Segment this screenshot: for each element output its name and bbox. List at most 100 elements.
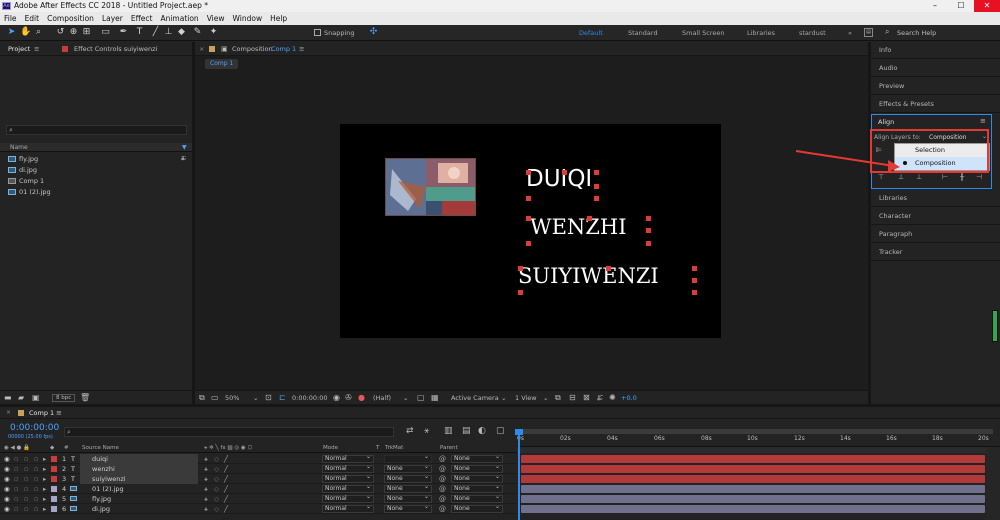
blend-mode-dropdown[interactable]: Normal — [322, 464, 374, 473]
transform-handle[interactable] — [526, 196, 531, 201]
expand-chevron-icon[interactable]: ▸ — [43, 474, 46, 484]
sort-chevron-icon[interactable]: ▼ — [182, 143, 187, 152]
layer-duration-bar[interactable] — [521, 495, 985, 503]
solo-toggle-icon[interactable]: ▫ — [24, 454, 28, 464]
transform-handle[interactable] — [646, 216, 651, 221]
distribute-left-icon[interactable]: ⊢ — [942, 173, 948, 181]
motion-blur-icon[interactable]: ◐ — [478, 426, 486, 436]
region-of-interest-icon[interactable]: ⊏ — [279, 391, 286, 405]
collapse-switch-icon[interactable]: ⚹ — [204, 474, 208, 484]
expand-chevron-icon[interactable]: ▸ — [43, 464, 46, 474]
layer-row[interactable]: ◉ ▫ ▫ ▫ ▸ 2Twenzhi ⚹ ◇ ╱ Normal None @ None — [0, 464, 517, 474]
minimize-button[interactable]: – — [922, 0, 948, 12]
expand-chevron-icon[interactable]: ▸ — [43, 494, 46, 504]
panel-paragraph[interactable]: Paragraph — [879, 230, 912, 238]
views-dropdown[interactable]: 1 View — [515, 391, 537, 405]
roto-brush-tool-icon[interactable]: ✎ — [192, 27, 203, 38]
menu-view[interactable]: View — [207, 12, 225, 25]
layer-row[interactable]: ◉ ▫ ▫ ▫ ▸ 5 fly.jpg ⚹ ◇ ╱ Normal None @ None — [0, 494, 517, 504]
exposure-reset-icon[interactable]: ✺ — [609, 391, 616, 405]
tab-composition-name[interactable]: Comp 1 — [271, 42, 296, 56]
solo-toggle-icon[interactable]: ▫ — [24, 484, 28, 494]
label-color[interactable] — [51, 466, 57, 472]
playhead-handle[interactable] — [515, 429, 523, 435]
canvas-text-duiqi[interactable]: DUIQI — [526, 166, 592, 192]
quality-slash-icon[interactable]: ╱ — [224, 494, 228, 504]
trkmat-dropdown[interactable]: None — [384, 464, 432, 473]
expand-chevron-icon[interactable]: ▸ — [43, 504, 46, 514]
menu-layer[interactable]: Layer — [102, 12, 123, 25]
tab-timeline-comp[interactable]: Comp 1 — [29, 407, 54, 419]
project-item[interactable]: 01 (2).jpg — [8, 187, 51, 197]
timeline-link-icon[interactable]: ⊠ — [583, 391, 590, 405]
magnification-dropdown[interactable]: 50% — [225, 391, 239, 405]
trash-icon[interactable]: 🗑 — [80, 393, 90, 402]
chevron-down-icon[interactable]: ⌄ — [403, 391, 408, 405]
parent-dropdown[interactable]: None — [451, 484, 503, 493]
search-help-input[interactable]: Search Help — [897, 25, 936, 41]
close-button[interactable]: ✕ — [974, 0, 1000, 12]
menu-help[interactable]: Help — [270, 12, 287, 25]
project-item[interactable]: di.jpg — [8, 165, 37, 175]
audio-toggle-icon[interactable]: ▫ — [14, 494, 18, 504]
flowchart-icon[interactable]: ፚ — [597, 391, 603, 405]
sync-settings-icon[interactable]: ▤ — [864, 28, 873, 37]
eye-icon[interactable]: ◉ — [4, 464, 10, 474]
quality-switch-icon[interactable]: ◇ — [214, 484, 219, 494]
layer-duration-bar[interactable] — [521, 455, 985, 463]
pick-whip-icon[interactable]: @ — [439, 484, 446, 494]
parent-dropdown[interactable]: None — [451, 494, 503, 503]
layer-name[interactable]: suiyiwenzi — [80, 474, 198, 484]
fast-previews-icon[interactable]: ▢ — [417, 391, 425, 405]
label-color[interactable] — [51, 486, 57, 492]
column-source-name[interactable]: Source Name — [82, 444, 119, 453]
trkmat-dropdown[interactable]: None — [384, 474, 432, 483]
quality-slash-icon[interactable]: ╱ — [224, 484, 228, 494]
transform-handle[interactable] — [606, 266, 611, 271]
quality-switch-icon[interactable]: ◇ — [214, 474, 219, 484]
lock-toggle-icon[interactable]: ▫ — [34, 494, 38, 504]
rotate-tool-icon[interactable]: ↺ — [55, 27, 66, 38]
parent-dropdown[interactable]: None — [451, 454, 503, 463]
display-icon[interactable]: ▭ — [211, 391, 219, 405]
lock-icon[interactable] — [209, 46, 215, 52]
layer-name[interactable]: 01 (2).jpg — [80, 484, 198, 494]
current-time-field[interactable]: 0:00:00:00 — [292, 391, 328, 405]
maximize-button[interactable]: ☐ — [948, 0, 974, 12]
composition-canvas[interactable]: DUIQI WENZHI SUIYIWENZI — [340, 124, 721, 338]
lock-toggle-icon[interactable]: ▫ — [34, 504, 38, 514]
layer-row[interactable]: ◉ ▫ ▫ ▫ ▸ 6 di.jpg ⚹ ◇ ╱ Normal None @ None — [0, 504, 517, 514]
audio-toggle-icon[interactable]: ▫ — [14, 454, 18, 464]
chevron-down-icon[interactable]: ⌄ — [253, 391, 258, 405]
trkmat-dropdown[interactable]: None — [384, 504, 432, 513]
exposure-value[interactable]: +0.0 — [621, 391, 637, 405]
panel-tracker[interactable]: Tracker — [879, 248, 902, 256]
layer-name[interactable]: wenzhi — [80, 464, 198, 474]
snapping-checkbox[interactable] — [314, 29, 321, 36]
transform-handle[interactable] — [594, 170, 599, 175]
new-folder-icon[interactable]: ▰ — [18, 393, 24, 402]
project-search-input[interactable]: ⌕ — [6, 125, 187, 135]
always-preview-icon[interactable]: ⧉ — [199, 391, 205, 405]
transform-handle[interactable] — [692, 278, 697, 283]
selection-tool-icon[interactable]: ➤ — [6, 27, 17, 38]
column-name[interactable]: Name — [10, 143, 28, 152]
distribute-bottom-icon[interactable]: ⊥ — [916, 173, 922, 181]
expand-chevron-icon[interactable]: ▸ — [43, 484, 46, 494]
layer-name[interactable]: di.jpg — [80, 504, 198, 514]
quality-switch-icon[interactable]: ◇ — [214, 464, 219, 474]
trkmat-dropdown[interactable]: None — [384, 484, 432, 493]
eye-icon[interactable]: ◉ — [4, 484, 10, 494]
blend-mode-dropdown[interactable]: Normal — [322, 494, 374, 503]
panel-info[interactable]: Info — [879, 46, 891, 54]
layer-duration-bar[interactable] — [521, 475, 985, 483]
blend-mode-dropdown[interactable]: Normal — [322, 474, 374, 483]
blend-mode-dropdown[interactable]: Normal — [322, 484, 374, 493]
collapse-switch-icon[interactable]: ⚹ — [204, 464, 208, 474]
menu-edit[interactable]: Edit — [25, 12, 40, 25]
parent-dropdown[interactable]: None — [451, 504, 503, 513]
lock-toggle-icon[interactable]: ▫ — [34, 454, 38, 464]
distribute-hcenter-icon[interactable]: ╫ — [960, 173, 964, 181]
label-color[interactable] — [51, 496, 57, 502]
pick-whip-icon[interactable]: @ — [439, 464, 446, 474]
